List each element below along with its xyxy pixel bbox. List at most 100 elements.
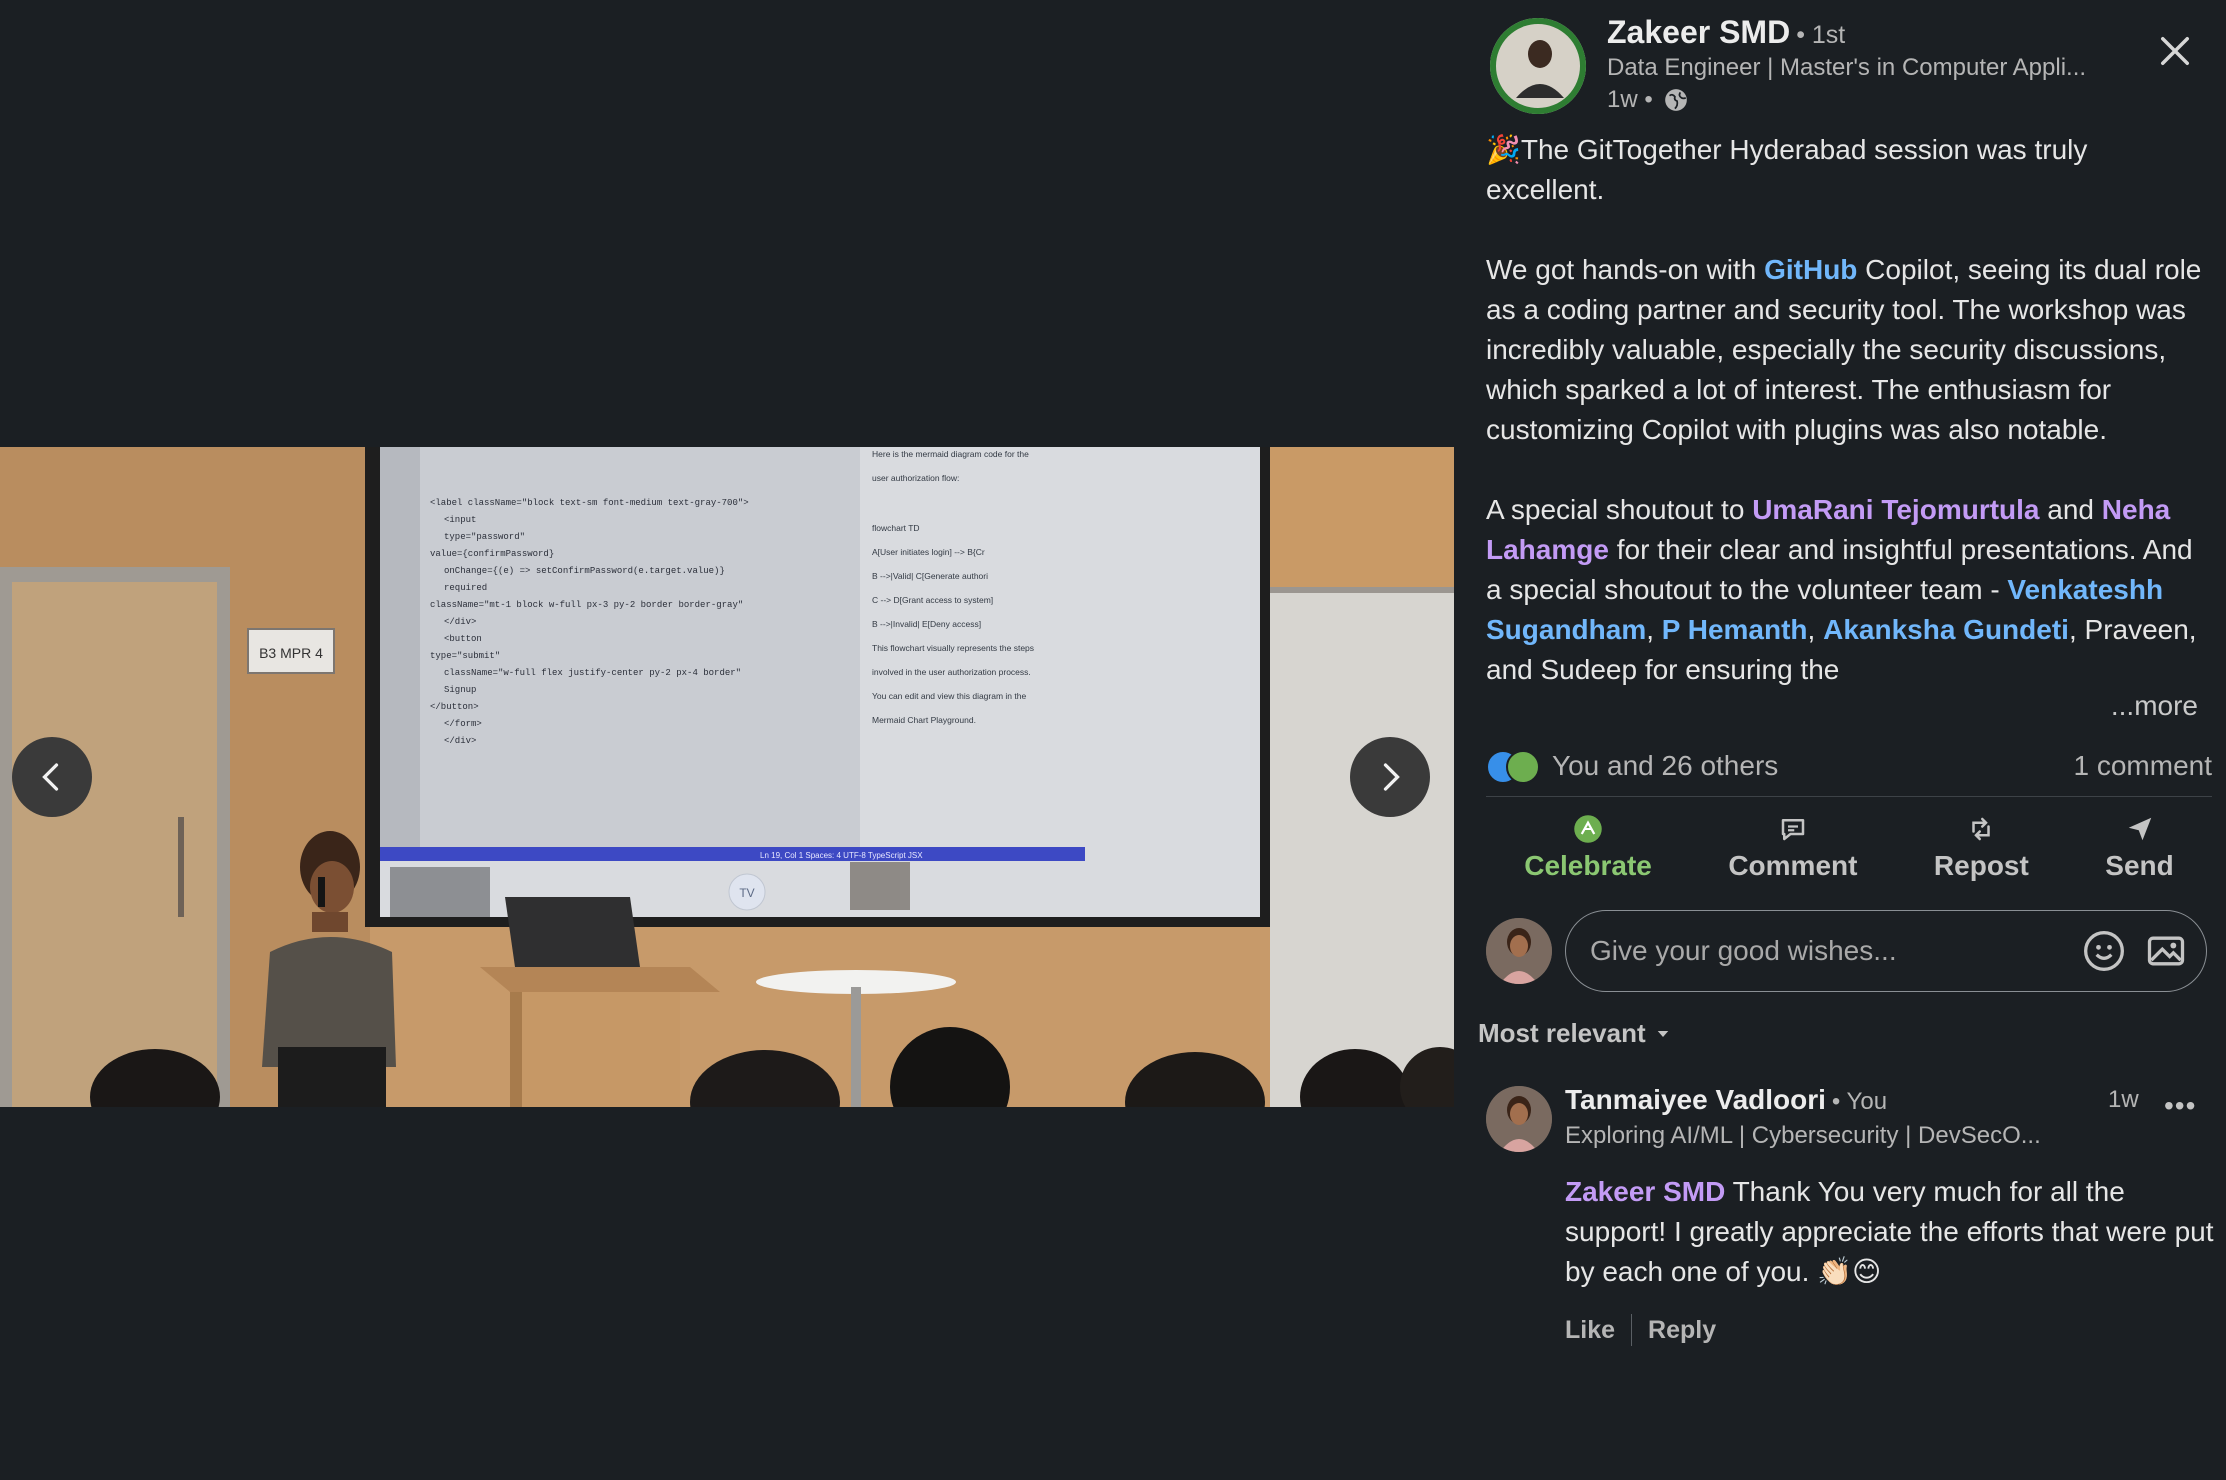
post-paragraph-1: 🎉The GitTogether Hyderabad session was t… <box>1486 134 2088 205</box>
sort-label: Most relevant <box>1478 1018 1646 1048</box>
author-headline: Data Engineer | Master's in Computer App… <box>1607 54 2087 81</box>
mention-hemanth[interactable]: P Hemanth <box>1662 614 1808 645</box>
room-sign: B3 MPR 4 <box>259 645 323 661</box>
chevron-left-icon <box>42 763 59 791</box>
next-image-button[interactable] <box>1350 737 1430 817</box>
commenter-name-text[interactable]: Tanmaiyee Vadloori <box>1565 1084 1826 1115</box>
post-text: 🎉The GitTogether Hyderabad session was t… <box>1486 130 2206 690</box>
post-panel: Zakeer SMD • 1st Data Engineer | Master's… <box>1454 0 2226 1480</box>
code-line: type="submit" <box>430 651 500 661</box>
celebrate-label: Celebrate <box>1524 850 1652 881</box>
comment-actions: Like Reply <box>1565 1314 1716 1346</box>
chat-line: A[User initiates login] --> B{Cr <box>872 547 985 557</box>
commenter-avatar[interactable] <box>1486 1086 1552 1152</box>
chat-line: Here is the mermaid diagram code for the <box>872 449 1029 459</box>
author-avatar[interactable] <box>1490 18 1586 114</box>
reactions-summary[interactable]: You and 26 others <box>1486 750 1778 784</box>
chat-line: flowchart TD <box>872 523 920 533</box>
comment-icon <box>1781 819 1805 841</box>
comment-composer[interactable] <box>1565 910 2207 992</box>
post-text-span: , <box>1646 614 1662 645</box>
comment-text: Zakeer SMD Thank You very much for all t… <box>1565 1172 2215 1292</box>
post-time: 1w • <box>1607 86 1689 114</box>
send-label: Send <box>2105 850 2174 881</box>
post-paragraph-2: We got hands-on with GitHub Copilot, see… <box>1486 250 2206 450</box>
author-name-text[interactable]: Zakeer SMD <box>1607 14 1790 50</box>
comment-mention[interactable]: Zakeer SMD <box>1565 1176 1725 1207</box>
image-icon[interactable] <box>2144 929 2188 973</box>
post-time-text: 1w • <box>1607 86 1653 113</box>
chat-line: B -->|Invalid| E[Deny access] <box>872 619 981 629</box>
social-actions-bar: Celebrate Comment Repost Send <box>1486 808 2212 898</box>
post-text-span: , <box>1807 614 1824 645</box>
send-button[interactable]: Send <box>2105 808 2174 898</box>
code-line: required <box>444 583 487 593</box>
celebrate-reaction-icon <box>1506 750 1540 784</box>
mention-akanksha[interactable]: Akanksha Gundeti <box>1823 614 2069 645</box>
divider <box>1486 796 2212 797</box>
code-line: Signup <box>444 685 476 695</box>
comment-label: Comment <box>1728 850 1858 881</box>
code-line: <label className="block text-sm font-med… <box>430 498 749 508</box>
post-text-span: and <box>2039 494 2102 525</box>
comment-options-button[interactable]: ••• <box>2164 1090 2196 1122</box>
post-text-span: A special shoutout to <box>1486 494 1753 525</box>
comment-reply-button[interactable]: Reply <box>1648 1316 1716 1345</box>
globe-icon <box>1664 89 1687 111</box>
chat-line: user authorization flow: <box>872 473 959 483</box>
send-icon <box>2128 817 2151 841</box>
repost-label: Repost <box>1933 850 2029 881</box>
post-text-span: We got hands-on with <box>1486 254 1765 285</box>
divider <box>1631 1314 1633 1346</box>
emoji-icon[interactable] <box>2082 929 2126 973</box>
reaction-icons <box>1486 750 1540 784</box>
comment-input[interactable] <box>1588 934 2082 968</box>
code-line: className="mt-1 block w-full px-3 py-2 b… <box>430 600 743 610</box>
chevron-right-icon <box>1383 763 1400 791</box>
code-line: value={confirmPassword} <box>430 549 554 559</box>
chat-line: You can edit and view this diagram in th… <box>872 691 1026 701</box>
see-more-link[interactable]: ...more <box>2111 690 2198 722</box>
caret-down-icon <box>1657 1030 1668 1037</box>
commenter-name[interactable]: Tanmaiyee Vadloori • You <box>1565 1084 1887 1116</box>
comments-count[interactable]: 1 comment <box>2074 750 2213 782</box>
author-name[interactable]: Zakeer SMD • 1st <box>1607 14 1845 51</box>
code-line: onChange={(e) => setConfirmPassword(e.ta… <box>444 566 725 576</box>
participant-badge: TV <box>739 886 754 900</box>
code-line: </div> <box>444 617 476 627</box>
celebrate-button[interactable]: Celebrate <box>1524 808 1652 898</box>
code-line: <button <box>444 634 482 644</box>
code-line: </button> <box>430 702 479 712</box>
code-line: className="w-full flex justify-center py… <box>444 668 741 678</box>
close-icon[interactable] <box>2154 30 2196 72</box>
connection-degree: • 1st <box>1796 21 1846 49</box>
comment-time: 1w <box>2108 1086 2139 1113</box>
repost-icon <box>1972 817 1991 841</box>
chat-line: Mermaid Chart Playground. <box>872 715 976 725</box>
current-user-avatar <box>1486 918 1552 984</box>
chat-line: B -->|Valid| C[Generate authori <box>872 571 988 581</box>
chat-line: This flowchart visually represents the s… <box>872 643 1034 653</box>
comment-like-button[interactable]: Like <box>1565 1316 1615 1345</box>
editor-status-bar: Ln 19, Col 1 Spaces: 4 UTF-8 TypeScript … <box>760 851 923 860</box>
reactions-count[interactable]: You and 26 others <box>1552 750 1778 782</box>
hashtag-github-link[interactable]: GitHub <box>1764 254 1857 285</box>
commenter-headline: Exploring AI/ML | Cybersecurity | DevSec… <box>1565 1122 2041 1149</box>
comment-button[interactable]: Comment <box>1728 808 1857 898</box>
repost-button[interactable]: Repost <box>1934 808 2029 898</box>
social-counts: You and 26 others 1 comment <box>1486 744 2212 788</box>
post-paragraph-3: A special shoutout to UmaRani Tejomurtul… <box>1486 490 2206 690</box>
chat-line: involved in the user authorization proce… <box>872 667 1031 677</box>
code-line: type="password" <box>444 532 525 542</box>
previous-image-button[interactable] <box>12 737 92 817</box>
mention-umarani[interactable]: UmaRani Tejomurtula <box>1752 494 2039 525</box>
post-photo: B3 MPR 4 <label className="block text-sm… <box>0 447 1454 1107</box>
sort-dropdown[interactable]: Most relevant <box>1478 1018 1672 1049</box>
chat-line: C --> D[Grant access to system] <box>872 595 993 605</box>
code-line: </div> <box>444 736 476 746</box>
media-viewer: B3 MPR 4 <label className="block text-sm… <box>0 0 1454 1480</box>
code-line: <input <box>444 515 476 525</box>
code-line: </form> <box>444 719 482 729</box>
celebrate-icon <box>1574 815 1602 843</box>
commenter-you-badge: • You <box>1831 1088 1888 1115</box>
